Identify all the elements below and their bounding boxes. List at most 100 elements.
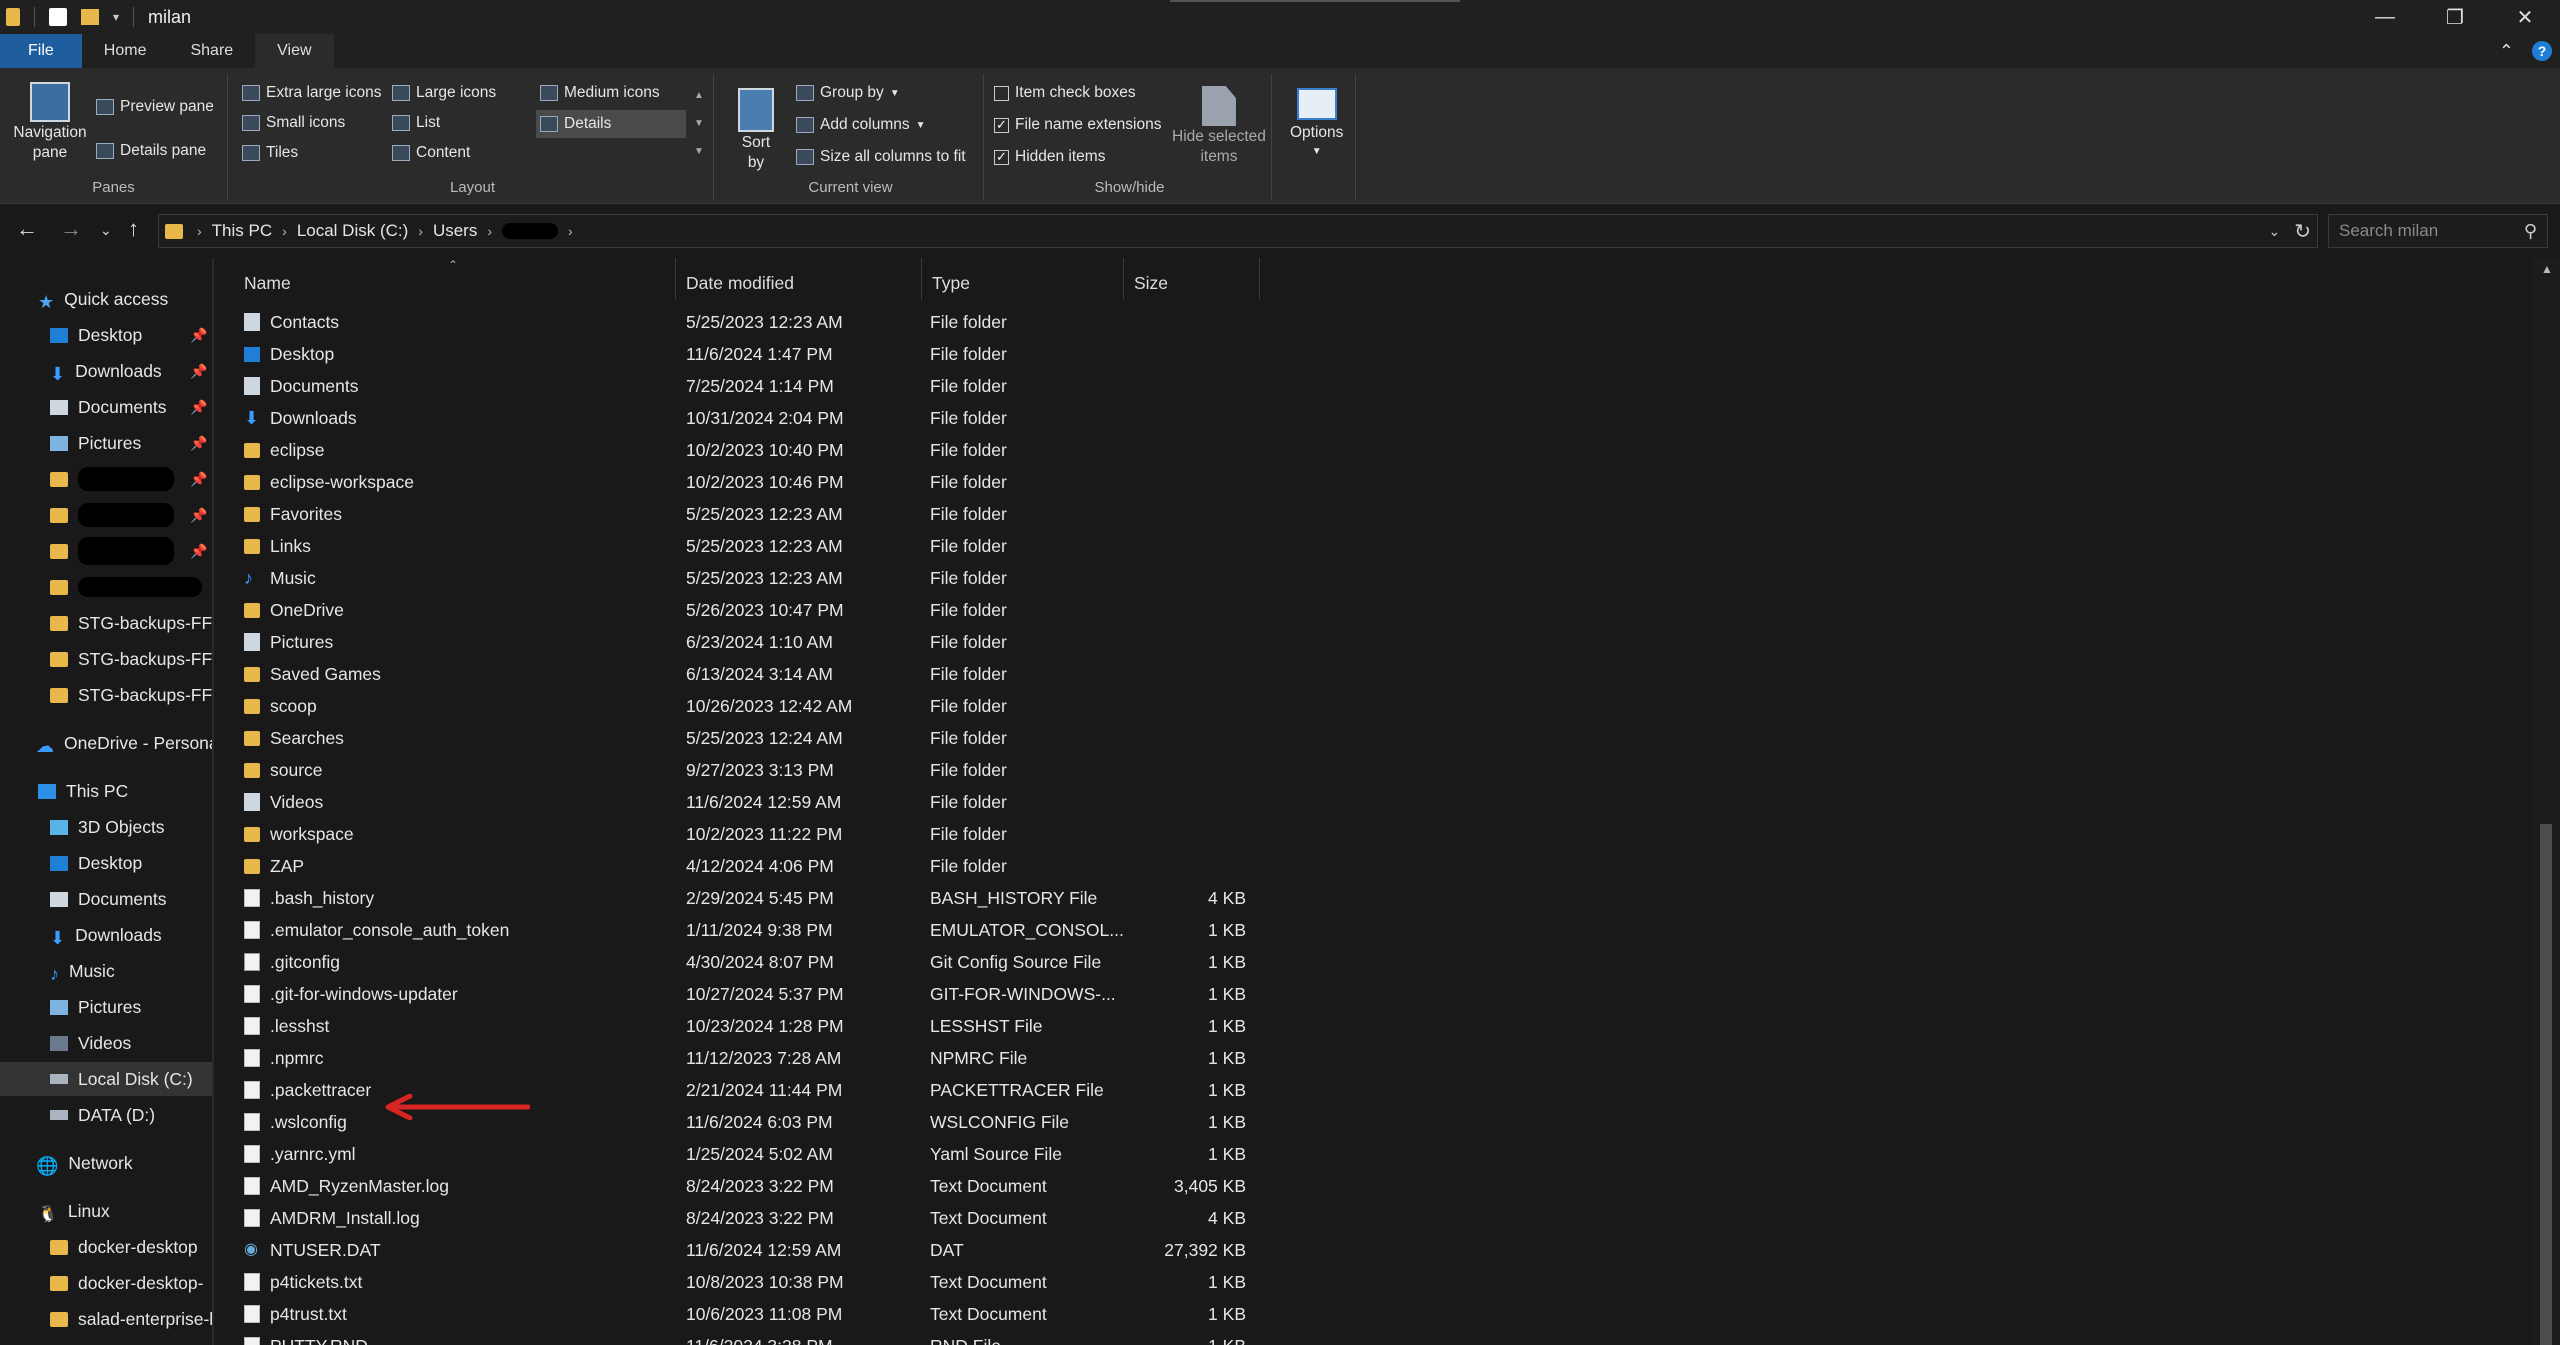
- file-name-cell[interactable]: ZAP: [244, 850, 684, 882]
- sidebar-item-docker-desktop[interactable]: docker-desktop: [0, 1230, 212, 1264]
- sidebar-item-videos[interactable]: Videos: [0, 1026, 212, 1060]
- details-pane-button[interactable]: Details pane: [96, 142, 206, 160]
- properties-icon[interactable]: [49, 8, 67, 26]
- sidebar-item-stg-backups[interactable]: STG-backups-FF-: [0, 678, 212, 712]
- table-row[interactable]: .emulator_console_auth_token 1/11/2024 9:…: [230, 914, 1260, 946]
- file-name-cell[interactable]: Searches: [244, 722, 684, 754]
- file-name-cell[interactable]: AMDRM_Install.log: [244, 1202, 684, 1234]
- layout-content[interactable]: Content: [392, 144, 470, 162]
- file-name-cell[interactable]: .git-for-windows-updater: [244, 978, 684, 1010]
- layout-large-icons[interactable]: Large icons: [392, 84, 496, 102]
- breadcrumb-this-pc[interactable]: This PC: [212, 221, 272, 241]
- up-button[interactable]: ↑: [128, 216, 139, 242]
- file-name-cell[interactable]: Contacts: [244, 306, 684, 338]
- forward-button[interactable]: →: [60, 216, 82, 242]
- tab-share[interactable]: Share: [168, 34, 255, 68]
- close-button[interactable]: ✕: [2490, 0, 2560, 34]
- options-button[interactable]: Options ▼: [1290, 88, 1343, 157]
- column-header-type[interactable]: Type: [924, 258, 1124, 300]
- recent-locations-chevron-icon[interactable]: ⌄: [100, 222, 112, 239]
- table-row[interactable]: eclipse-workspace 10/2/2023 10:46 PM File …: [230, 466, 1260, 498]
- file-name-cell[interactable]: workspace: [244, 818, 684, 850]
- navigation-pane-button[interactable]: Navigation pane: [10, 82, 90, 162]
- table-row[interactable]: AMD_RyzenMaster.log 8/24/2023 3:22 PM Text…: [230, 1170, 1260, 1202]
- table-row[interactable]: Saved Games 6/13/2024 3:14 AM File folder: [230, 658, 1260, 690]
- pin-icon[interactable]: 📌: [190, 399, 207, 416]
- file-name-cell[interactable]: Favorites: [244, 498, 684, 530]
- table-row[interactable]: .gitconfig 4/30/2024 8:07 PM Git Config So…: [230, 946, 1260, 978]
- sidebar-item-redacted[interactable]: 📌: [0, 534, 212, 568]
- address-bar[interactable]: › This PC › Local Disk (C:) › Users › › …: [158, 214, 2318, 248]
- chevron-right-icon[interactable]: ›: [418, 223, 423, 239]
- file-name-cell[interactable]: .gitconfig: [244, 946, 684, 978]
- table-row[interactable]: Links 5/25/2023 12:23 AM File folder: [230, 530, 1260, 562]
- sidebar-item-pictures[interactable]: Pictures 📌: [0, 426, 212, 460]
- table-row[interactable]: .git-for-windows-updater 10/27/2024 5:37 …: [230, 978, 1260, 1010]
- sidebar-item-data-drive[interactable]: DATA (D:): [0, 1098, 212, 1132]
- help-icon[interactable]: ?: [2532, 41, 2552, 61]
- table-row[interactable]: .npmrc 11/12/2023 7:28 AM NPMRC File 1 KB: [230, 1042, 1260, 1074]
- item-check-boxes-toggle[interactable]: Item check boxes: [994, 84, 1136, 102]
- table-row[interactable]: Favorites 5/25/2023 12:23 AM File folder: [230, 498, 1260, 530]
- layout-extra-large-icons[interactable]: Extra large icons: [242, 84, 381, 102]
- file-name-cell[interactable]: Links: [244, 530, 684, 562]
- layout-medium-icons[interactable]: Medium icons: [540, 84, 660, 102]
- table-row[interactable]: .bash_history 2/29/2024 5:45 PM BASH_HISTO…: [230, 882, 1260, 914]
- file-name-cell[interactable]: source: [244, 754, 684, 786]
- back-button[interactable]: ←: [16, 216, 38, 242]
- sidebar-quick-access[interactable]: ★ Quick access: [0, 282, 212, 316]
- file-name-cell[interactable]: .lesshst: [244, 1010, 684, 1042]
- sidebar-item-pictures[interactable]: Pictures: [0, 990, 212, 1024]
- chevron-right-icon[interactable]: ›: [282, 223, 287, 239]
- table-row[interactable]: Videos 11/6/2024 12:59 AM File folder: [230, 786, 1260, 818]
- sidebar-item-redacted[interactable]: 📌: [0, 498, 212, 532]
- pane-splitter[interactable]: [212, 258, 214, 1345]
- table-row[interactable]: scoop 10/26/2023 12:42 AM File folder: [230, 690, 1260, 722]
- pin-icon[interactable]: 📌: [190, 327, 207, 344]
- sidebar-item-documents[interactable]: Documents 📌: [0, 390, 212, 424]
- table-row[interactable]: workspace 10/2/2023 11:22 PM File folder: [230, 818, 1260, 850]
- table-row[interactable]: PUTTY.RND 11/6/2024 3:28 PM RND File 1 KB: [230, 1330, 1260, 1345]
- layout-tiles[interactable]: Tiles: [242, 144, 298, 162]
- sidebar-item-downloads[interactable]: ⬇ Downloads 📌: [0, 354, 212, 388]
- restore-button[interactable]: ❐: [2420, 0, 2490, 34]
- file-name-cell[interactable]: Documents: [244, 370, 684, 402]
- vertical-scrollbar[interactable]: ▲: [2532, 258, 2560, 1345]
- file-name-cell[interactable]: p4trust.txt: [244, 1298, 684, 1330]
- sidebar-linux[interactable]: 🐧 Linux: [0, 1194, 212, 1228]
- sidebar-item-music[interactable]: ♪ Music: [0, 954, 212, 988]
- new-folder-icon[interactable]: [81, 9, 99, 25]
- table-row[interactable]: p4trust.txt 10/6/2023 11:08 PM Text Docume…: [230, 1298, 1260, 1330]
- collapse-ribbon-icon[interactable]: ⌃: [2499, 41, 2514, 62]
- file-name-cell[interactable]: Desktop: [244, 338, 684, 370]
- scroll-up-icon[interactable]: ▲: [2541, 262, 2553, 276]
- tab-file[interactable]: File: [0, 34, 82, 68]
- table-row[interactable]: OneDrive 5/26/2023 10:47 PM File folder: [230, 594, 1260, 626]
- address-dropdown-icon[interactable]: ⌄: [2269, 223, 2281, 240]
- pin-icon[interactable]: 📌: [190, 363, 207, 380]
- file-name-cell[interactable]: .bash_history: [244, 882, 684, 914]
- table-row[interactable]: ZAP 4/12/2024 4:06 PM File folder: [230, 850, 1260, 882]
- table-row[interactable]: Documents 7/25/2024 1:14 PM File folder: [230, 370, 1260, 402]
- sidebar-item-redacted[interactable]: [0, 570, 212, 604]
- file-name-cell[interactable]: .npmrc: [244, 1042, 684, 1074]
- file-name-cell[interactable]: .yarnrc.yml: [244, 1138, 684, 1170]
- pin-icon[interactable]: 📌: [190, 543, 207, 560]
- breadcrumb-users[interactable]: Users: [433, 221, 477, 241]
- sidebar-this-pc[interactable]: This PC: [0, 774, 212, 808]
- table-row[interactable]: ♪ Music 5/25/2023 12:23 AM File folder: [230, 562, 1260, 594]
- sidebar-item-desktop[interactable]: Desktop: [0, 846, 212, 880]
- table-row[interactable]: Contacts 5/25/2023 12:23 AM File folder: [230, 306, 1260, 338]
- file-name-cell[interactable]: ◉ NTUSER.DAT: [244, 1234, 684, 1266]
- column-header-date[interactable]: Date modified: [678, 258, 922, 300]
- layout-small-icons[interactable]: Small icons: [242, 114, 345, 132]
- tab-home[interactable]: Home: [82, 34, 169, 68]
- checkbox-checked-icon[interactable]: ✓: [994, 117, 1009, 133]
- add-columns-button[interactable]: Add columns ▼: [796, 116, 926, 134]
- file-name-cell[interactable]: OneDrive: [244, 594, 684, 626]
- chevron-down-icon[interactable]: ▾: [113, 10, 119, 24]
- table-row[interactable]: source 9/27/2023 3:13 PM File folder: [230, 754, 1260, 786]
- search-icon[interactable]: ⚲: [2524, 221, 2537, 242]
- redacted-breadcrumb[interactable]: [502, 223, 559, 239]
- tab-view[interactable]: View: [255, 34, 334, 68]
